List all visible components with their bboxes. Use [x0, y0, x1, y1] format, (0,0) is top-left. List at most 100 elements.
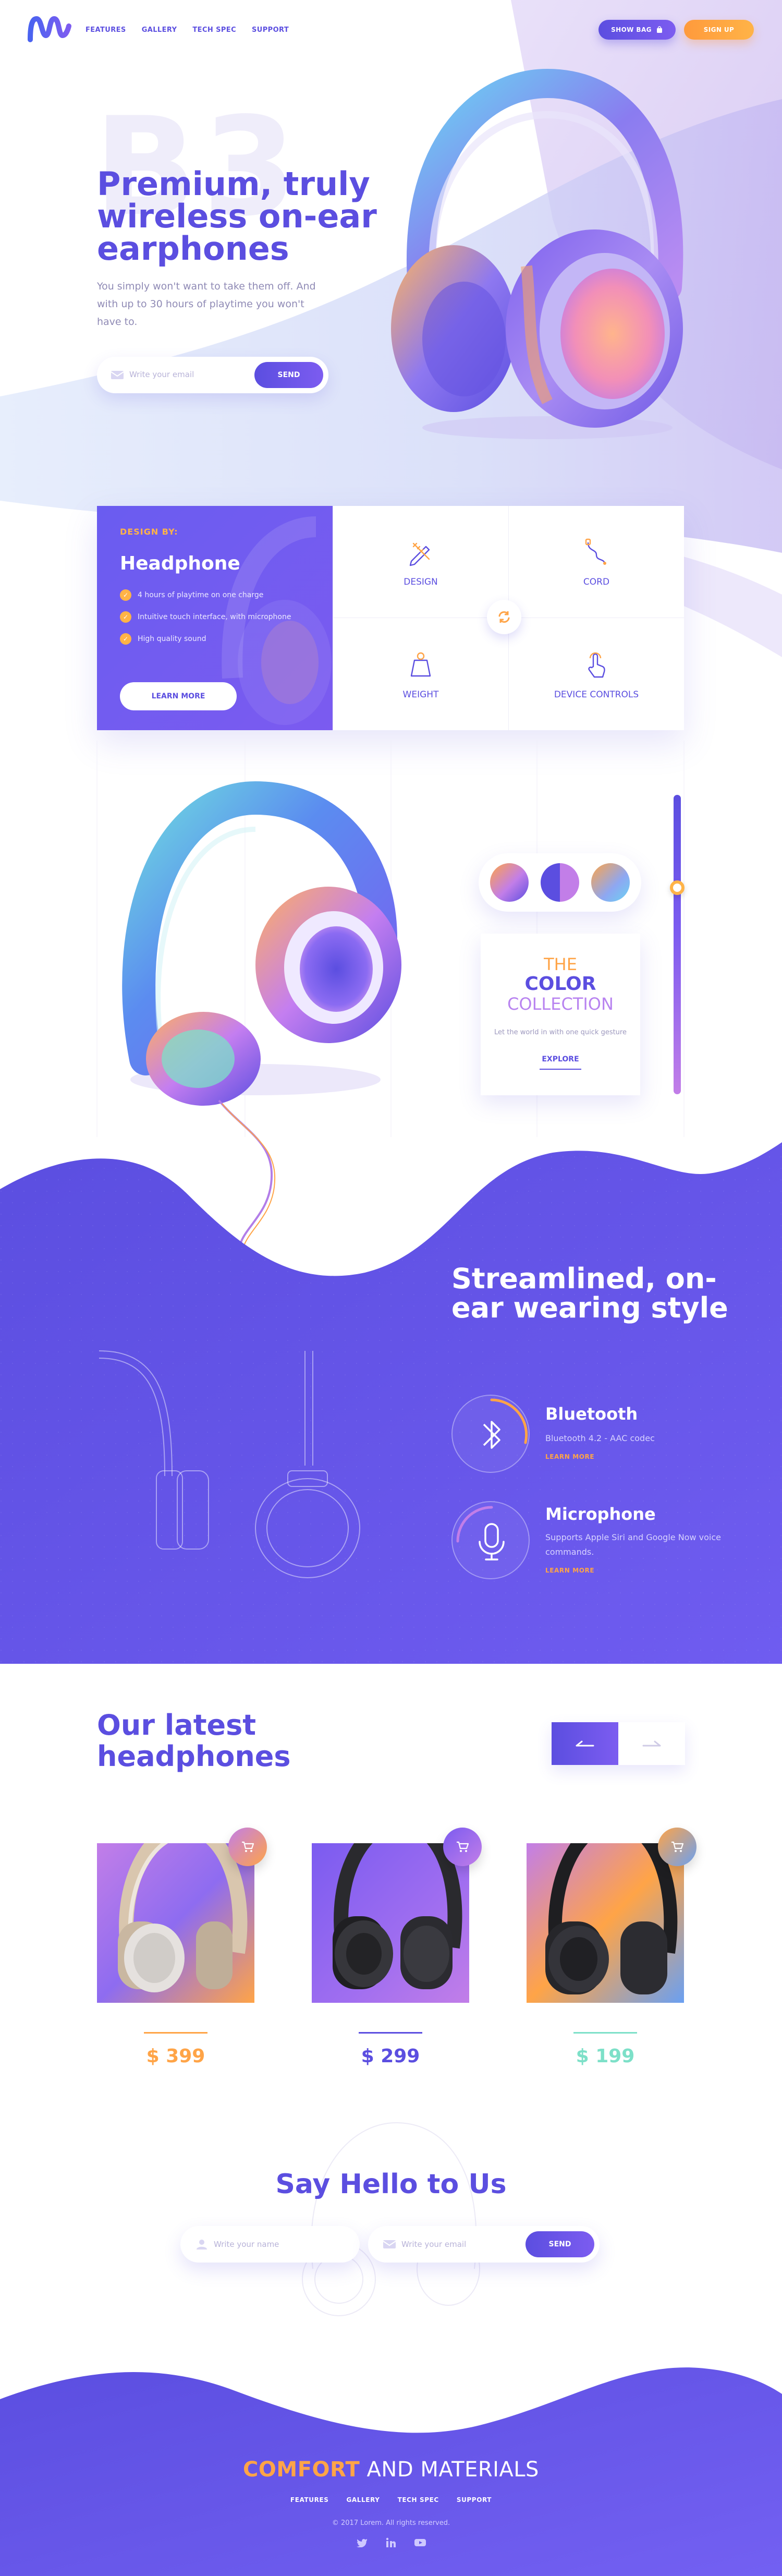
check-icon: ✓	[120, 611, 131, 623]
color-collection-card: THE COLOR COLLECTION Let the world in wi…	[481, 934, 640, 1095]
feature-text: 4 hours of playtime on one charge	[138, 591, 264, 599]
cell-design[interactable]: DESIGN	[333, 506, 508, 618]
contact-email-field[interactable]: Write your email SEND	[368, 2226, 600, 2263]
hero-email-form: Write your email SEND	[97, 357, 328, 393]
headphone-wireframe	[99, 1350, 360, 1578]
footer-tagline: COMFORT AND MATERIALS	[0, 2458, 782, 2482]
cell-cord[interactable]: CORD	[508, 506, 684, 618]
swatch-violet[interactable]	[541, 863, 579, 902]
cell-label: CORD	[583, 577, 610, 587]
microphone-badge	[451, 1501, 530, 1579]
products-title: Our latest headphones	[97, 1709, 291, 1773]
design-card: DESIGN BY: Headphone ✓ 4 hours of playtim…	[97, 506, 684, 730]
social-links	[0, 2536, 782, 2549]
price-divider	[144, 2032, 207, 2034]
bluetooth-learn-more[interactable]: LEARN MORE	[545, 1453, 594, 1460]
carousel-arrows	[552, 1722, 685, 1765]
swap-button[interactable]	[487, 600, 521, 634]
main-nav: FEATURES GALLERY TECH SPEC SUPPORT	[85, 26, 289, 34]
microphone-learn-more[interactable]: LEARN MORE	[545, 1567, 594, 1574]
product-card[interactable]: $ 199	[527, 1787, 697, 2067]
footer-nav-tech-spec[interactable]: TECH SPEC	[398, 2496, 439, 2504]
sign-up-button[interactable]: SIGN UP	[684, 20, 754, 40]
product-card[interactable]: $ 299	[312, 1787, 482, 2067]
touch-gesture-icon	[588, 652, 605, 678]
contact-title: Say Hello to Us	[275, 2169, 507, 2200]
check-icon: ✓	[120, 589, 131, 601]
feature-item: ✓ High quality sound	[120, 633, 328, 645]
refresh-icon	[498, 611, 510, 623]
bluetooth-badge	[451, 1395, 530, 1473]
cell-device-controls[interactable]: DEVICE CONTROLS	[508, 618, 684, 730]
check-icon: ✓	[120, 633, 131, 645]
nav-tech-spec[interactable]: TECH SPEC	[192, 26, 236, 34]
bluetooth-title: Bluetooth	[545, 1404, 638, 1424]
name-field[interactable]: Write your name	[180, 2226, 360, 2263]
color-slider-handle[interactable]	[670, 880, 685, 895]
footer-nav-support[interactable]: SUPPORT	[457, 2496, 492, 2504]
add-to-cart-button[interactable]	[658, 1828, 697, 1866]
footer-nav-features[interactable]: FEATURES	[290, 2496, 329, 2504]
feature-item: ✓ 4 hours of playtime on one charge	[120, 589, 328, 601]
next-arrow-button[interactable]	[618, 1722, 685, 1765]
contact-send-button[interactable]: SEND	[526, 2231, 594, 2257]
bag-icon	[656, 26, 662, 33]
mail-icon	[383, 2240, 396, 2248]
add-to-cart-button[interactable]	[228, 1828, 267, 1866]
weight-icon	[410, 652, 431, 676]
explore-link[interactable]: EXPLORE	[540, 1055, 581, 1070]
arrow-left-icon	[576, 1740, 594, 1747]
design-card-title: Headphone	[120, 553, 240, 574]
cart-icon	[457, 1841, 469, 1852]
twitter-icon[interactable]	[355, 2536, 369, 2549]
product-card[interactable]: $ 399	[97, 1787, 267, 2067]
color-slider-track[interactable]	[674, 795, 681, 1094]
contact-email-input[interactable]: Write your email	[401, 2240, 466, 2249]
streamlined-title: Streamlined, on-ear wearing style	[451, 1262, 728, 1324]
swatch-ocean[interactable]	[591, 863, 630, 902]
feature-text: High quality sound	[138, 635, 206, 643]
footer-nav-gallery[interactable]: GALLERY	[346, 2496, 380, 2504]
hero-send-button[interactable]: SEND	[254, 362, 323, 388]
feature-text: Intuitive touch interface, with micropho…	[138, 613, 291, 621]
collection-line2: COLOR	[524, 973, 596, 995]
microphone-desc: Supports Apple Siri and Google Now voice…	[545, 1532, 721, 1557]
cell-label: DEVICE CONTROLS	[554, 689, 639, 700]
collection-line3: COLLECTION	[507, 994, 614, 1014]
nav-gallery[interactable]: GALLERY	[142, 26, 177, 34]
cell-weight[interactable]: WEIGHT	[333, 618, 508, 730]
copyright: © 2017 Lorem. All rights reserved.	[332, 2519, 450, 2527]
add-to-cart-button[interactable]	[443, 1828, 482, 1866]
collection-description: Let the world in with one quick gesture	[494, 1029, 627, 1036]
pencil-ruler-icon	[409, 542, 430, 566]
cart-icon	[671, 1841, 684, 1852]
user-icon	[197, 2240, 207, 2250]
price-divider	[573, 2032, 637, 2034]
footer-tagline-accent: COMFORT	[243, 2458, 360, 2482]
learn-more-button[interactable]: LEARN MORE	[120, 682, 237, 710]
product-image-black	[312, 1843, 469, 2003]
show-bag-label: SHOW BAG	[611, 26, 652, 33]
hero-subtitle: You simply won't want to take them off. …	[97, 281, 316, 328]
name-input[interactable]: Write your name	[214, 2240, 279, 2249]
feature-item: ✓ Intuitive touch interface, with microph…	[120, 611, 328, 623]
product-image-beige	[97, 1843, 254, 2003]
linkedin-icon[interactable]	[384, 2536, 398, 2549]
hero-title: Premium, truly wireless on-ear earphones	[97, 165, 377, 268]
youtube-icon[interactable]	[413, 2536, 427, 2549]
hero-email-input[interactable]: Write your email	[129, 370, 194, 379]
brand-logo[interactable]	[27, 15, 72, 43]
mail-icon	[111, 371, 124, 379]
nav-support[interactable]: SUPPORT	[252, 26, 289, 34]
design-card-panel: DESIGN BY: Headphone ✓ 4 hours of playtim…	[97, 506, 333, 730]
arrow-right-icon	[642, 1740, 661, 1747]
contact-headphone-sketch	[302, 2122, 480, 2316]
product-image-dark	[527, 1843, 684, 2003]
color-swatch-picker	[479, 853, 641, 912]
nav-features[interactable]: FEATURES	[85, 26, 126, 34]
swatch-sunset[interactable]	[490, 863, 529, 902]
prev-arrow-button[interactable]	[552, 1722, 618, 1765]
show-bag-button[interactable]: SHOW BAG	[598, 20, 676, 40]
product-price: $ 399	[146, 2046, 205, 2067]
microphone-icon	[456, 1506, 505, 1561]
